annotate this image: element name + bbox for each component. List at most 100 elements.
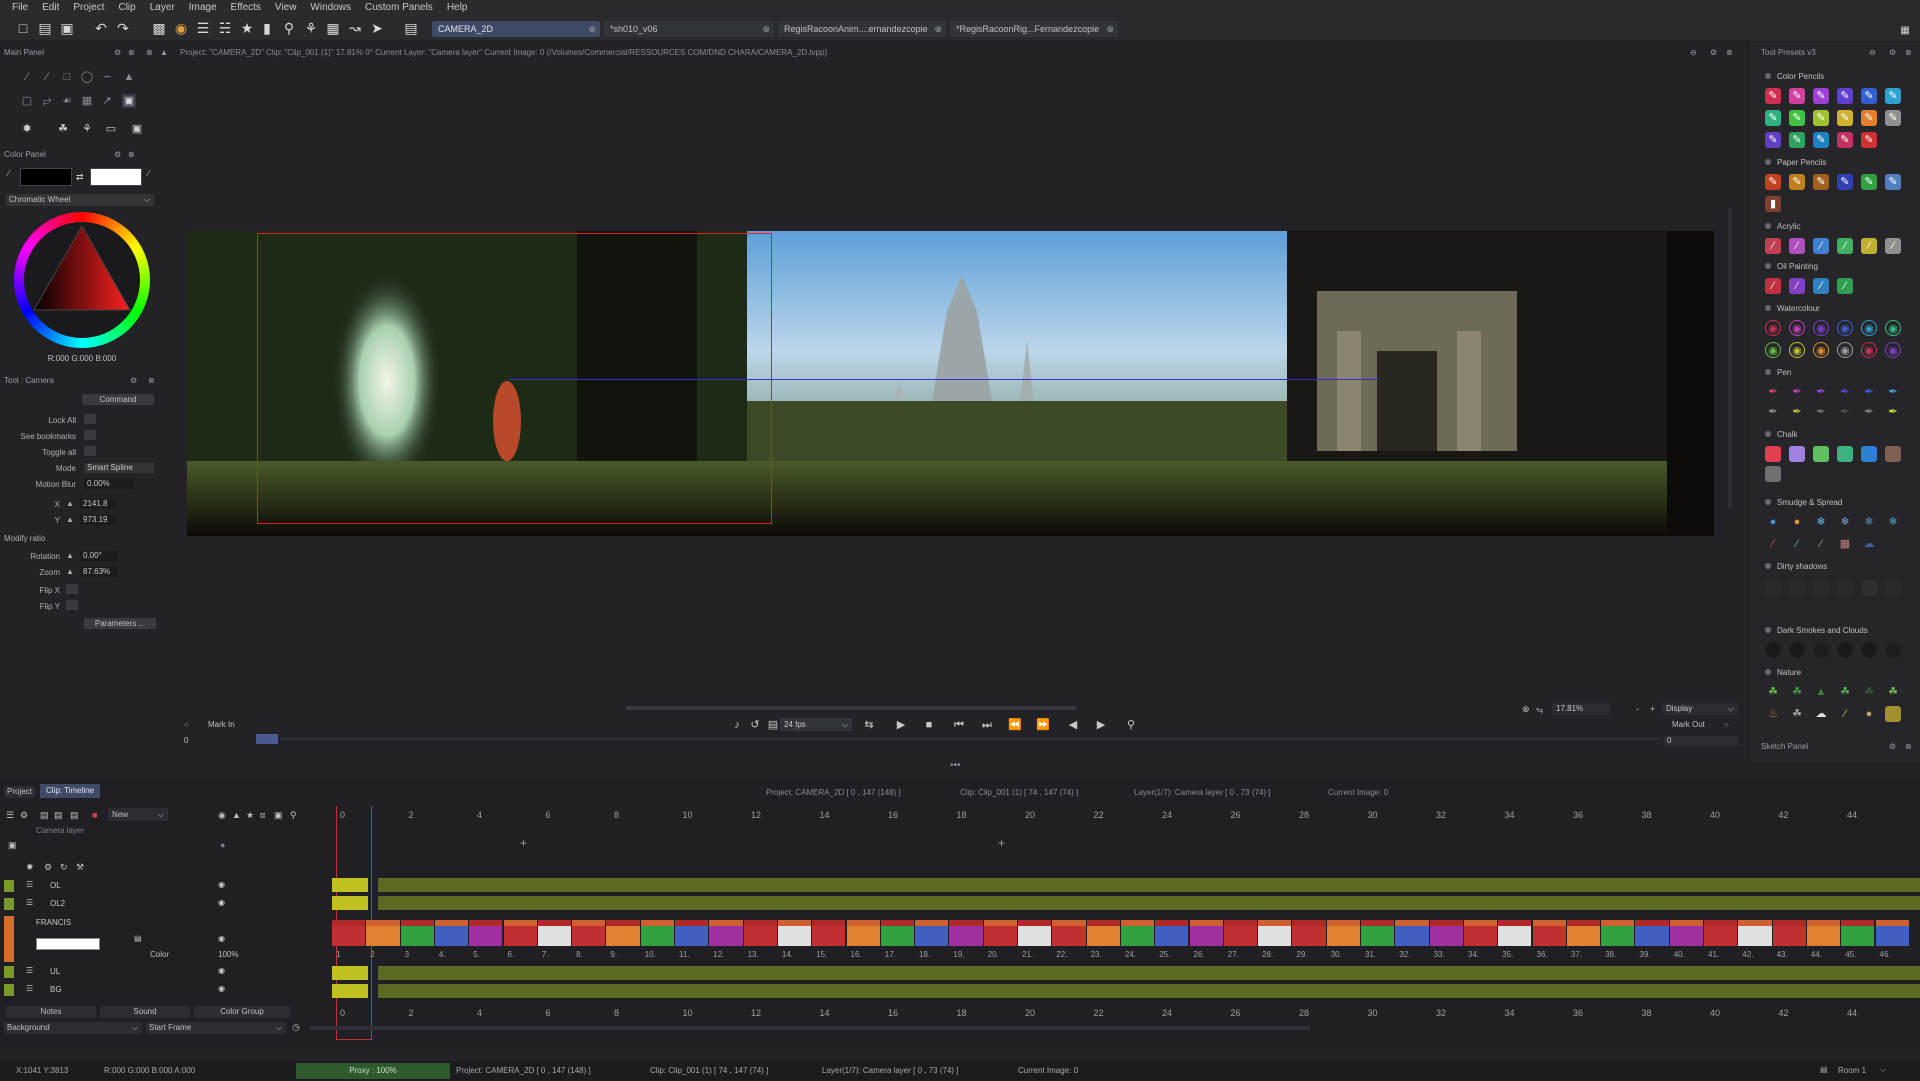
skeleton-icon[interactable]: ✹	[26, 862, 34, 873]
alpha-icon[interactable]: α	[260, 810, 265, 820]
frame-cell[interactable]	[1429, 920, 1463, 946]
settings-icon[interactable]: ⚙	[130, 376, 137, 385]
transform-icon[interactable]: ⥂	[40, 94, 54, 108]
redo-icon[interactable]: ↷	[114, 19, 132, 37]
new-file-icon[interactable]: □	[14, 19, 32, 37]
x-field[interactable]: 2141.8	[80, 499, 118, 509]
lightbulb-icon[interactable]: ★	[238, 19, 256, 37]
eyedropper-icon[interactable]: ∕	[148, 168, 150, 178]
plane-icon[interactable]: ➤	[368, 19, 386, 37]
menu-clip[interactable]: Clip	[112, 2, 141, 13]
start-frame-select[interactable]: Start Frame ⌵	[146, 1022, 286, 1034]
pen-icon[interactable]: ✒	[1789, 384, 1805, 400]
shadow-icon[interactable]	[1837, 580, 1853, 596]
brush-icon[interactable]: ∕	[1837, 238, 1853, 254]
frame-cell[interactable]	[915, 920, 949, 946]
layer-track-ol2[interactable]	[378, 896, 1920, 910]
pen-icon[interactable]: ✒	[1765, 404, 1781, 420]
settings-icon[interactable]: ⚙	[44, 862, 52, 873]
dot-icon[interactable]: ●	[220, 840, 225, 850]
select-rect-icon[interactable]: ▢	[20, 94, 34, 108]
pen-icon[interactable]: ✒	[1837, 384, 1853, 400]
bush-icon[interactable]: ☘	[1861, 684, 1877, 700]
rock-icon[interactable]: ●	[1861, 706, 1877, 722]
new-layer-icon[interactable]: ▤	[40, 810, 49, 821]
search-icon[interactable]: ⚲	[290, 810, 297, 821]
preset-category-color-pencils[interactable]: Color Pencils	[1765, 72, 1824, 81]
menu-windows[interactable]: Windows	[304, 2, 357, 13]
first-frame-icon[interactable]: ⏮	[952, 718, 966, 732]
smoke-icon[interactable]	[1765, 642, 1781, 658]
bounce-icon[interactable]: ⇆	[862, 718, 876, 732]
line-icon[interactable]: ∕	[40, 70, 54, 84]
pencil-icon[interactable]: ✎	[1861, 174, 1877, 190]
preset-category-watercolour[interactable]: Watercolour	[1765, 304, 1820, 313]
clock-icon[interactable]: ◷	[292, 1022, 300, 1033]
pen-icon[interactable]: ✒	[1813, 384, 1829, 400]
room-icon[interactable]: ▤	[1820, 1065, 1828, 1074]
mark-out-icon[interactable]: ○	[1724, 720, 1729, 729]
drop-icon[interactable]: ◉	[1765, 342, 1781, 358]
pencil-icon[interactable]: ✎	[1789, 88, 1805, 104]
pick-icon[interactable]: ↗	[100, 94, 114, 108]
pencil-icon[interactable]: ✎	[1789, 132, 1805, 148]
pen-icon[interactable]: ✒	[1885, 384, 1901, 400]
close-icon[interactable]: ⊗	[762, 21, 770, 37]
brush-icon[interactable]: ∕	[1789, 536, 1805, 552]
frame-cell[interactable]	[640, 920, 674, 946]
parameters-button[interactable]: Parameters ...	[84, 618, 156, 629]
eye-icon[interactable]: ◉	[218, 880, 225, 889]
pen-icon[interactable]: ✒	[1765, 384, 1781, 400]
duplicate-icon[interactable]: ▤	[54, 810, 63, 821]
brush-icon[interactable]: ∕	[1813, 238, 1829, 254]
frame-cell[interactable]	[1258, 920, 1292, 946]
flame-icon[interactable]: ♨	[1765, 706, 1781, 722]
pencil-icon[interactable]: ✎	[1837, 88, 1853, 104]
brush-icon[interactable]: ∕	[1765, 278, 1781, 294]
frame-cell[interactable]	[537, 920, 572, 946]
brush-icon[interactable]: ∕	[1765, 238, 1781, 254]
play-icon[interactable]: ▶	[894, 718, 908, 732]
chalk-icon[interactable]	[1813, 446, 1829, 462]
close-icon[interactable]: ⊗	[1905, 48, 1912, 57]
stamp-icon[interactable]: ▲	[122, 70, 136, 84]
frame-icon[interactable]: ▣	[130, 122, 144, 136]
frame-cell[interactable]	[1669, 920, 1703, 946]
command-button[interactable]: Command	[82, 394, 154, 405]
close-icon[interactable]: ⊗	[588, 21, 596, 37]
frame-cell[interactable]	[1772, 920, 1806, 946]
chalk-icon[interactable]	[1885, 446, 1901, 462]
snowflake-icon[interactable]: ❄	[1861, 514, 1877, 530]
chevron-down-icon[interactable]: ⌵	[1880, 1065, 1886, 1075]
warp-icon[interactable]: ▭	[104, 122, 118, 136]
pen-icon[interactable]: ✒	[1837, 404, 1853, 420]
layer-track-ul[interactable]	[378, 966, 1920, 980]
film-icon[interactable]: ▦	[324, 19, 342, 37]
swap-colors-icon[interactable]: ⇄	[76, 172, 84, 183]
pencil-icon[interactable]: ✎	[1813, 174, 1829, 190]
viewport-h-scrollbar[interactable]	[626, 706, 1076, 710]
frame-cell[interactable]	[572, 920, 606, 946]
menu-project[interactable]: Project	[67, 2, 110, 13]
snowflake-icon[interactable]: ❄	[1885, 514, 1901, 530]
rainbow-icon[interactable]: ∕	[1837, 706, 1853, 722]
frame-cell[interactable]	[846, 920, 880, 946]
frame-cell[interactable]	[880, 920, 915, 946]
chalk-icon[interactable]	[1837, 446, 1853, 462]
pencil-icon[interactable]: ✎	[1885, 174, 1901, 190]
layer-track-ol[interactable]	[378, 878, 1920, 892]
search-icon[interactable]: ⚲	[280, 19, 298, 37]
layer-color-tag[interactable]	[4, 880, 14, 892]
drop-icon[interactable]: ◉	[1837, 342, 1853, 358]
layer-icon[interactable]: ☰	[6, 810, 14, 821]
drop-icon[interactable]: ◉	[1861, 342, 1877, 358]
layer-name-bg[interactable]: BG	[50, 985, 62, 994]
save-icon[interactable]: ▣	[58, 19, 76, 37]
frame-cell[interactable]	[1738, 920, 1772, 946]
eye-icon[interactable]: ◉	[218, 898, 225, 907]
puppet-icon[interactable]: ⚘	[302, 19, 320, 37]
layer-track-bg[interactable]	[378, 984, 1920, 998]
layer-color-tag[interactable]	[4, 966, 14, 978]
layer-name-ul[interactable]: UL	[50, 967, 60, 976]
step-back-icon[interactable]: ◀	[1066, 718, 1080, 732]
